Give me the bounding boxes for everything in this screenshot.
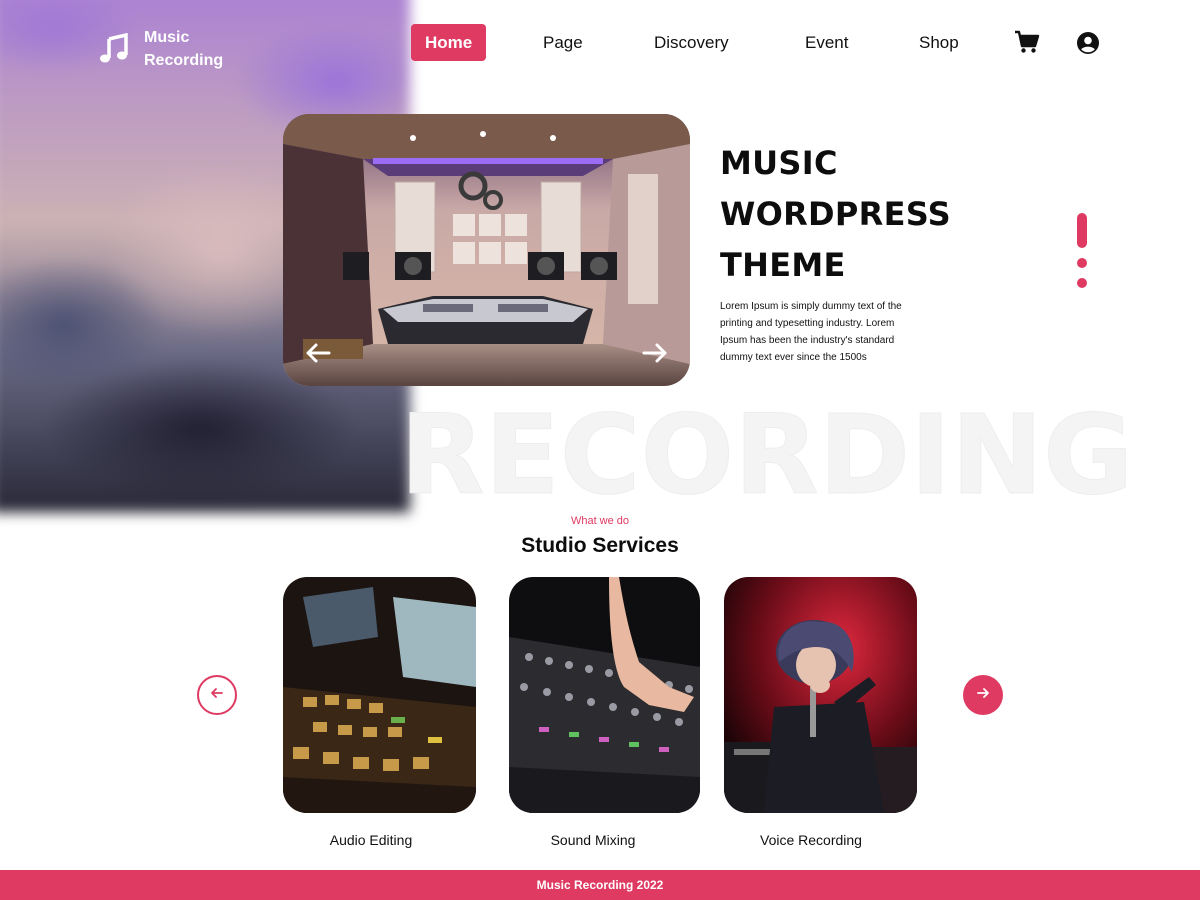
- hero-prev-arrow-icon[interactable]: [303, 338, 333, 368]
- hero-title: MUSIC WORDPRESS THEME: [720, 138, 951, 291]
- hero-studio-image: [283, 114, 690, 386]
- arrow-left-icon: [209, 685, 225, 706]
- footer-copyright: Music Recording 2022: [0, 870, 1200, 900]
- nav-home[interactable]: Home: [411, 24, 487, 61]
- service-label-sound-mixing[interactable]: Sound Mixing: [493, 832, 693, 848]
- services-next-button[interactable]: [963, 675, 1003, 715]
- nav-page[interactable]: Page: [543, 24, 583, 61]
- site-logo[interactable]: Music Recording: [98, 26, 223, 72]
- section-title: Studio Services: [521, 534, 679, 557]
- logo-line-2: Recording: [144, 52, 224, 69]
- music-note-icon: [98, 33, 130, 65]
- user-account-icon[interactable]: [1076, 31, 1100, 60]
- nav-event[interactable]: Event: [805, 24, 848, 61]
- hero-description: Lorem Ipsum is simply dummy text of the …: [720, 301, 902, 363]
- nav-shop[interactable]: Shop: [919, 24, 959, 61]
- hero-next-arrow-icon[interactable]: [640, 338, 670, 368]
- service-label-audio-editing[interactable]: Audio Editing: [271, 832, 471, 848]
- nav-discovery[interactable]: Discovery: [654, 24, 729, 61]
- slide-indicator[interactable]: [1077, 278, 1087, 288]
- slide-indicator[interactable]: [1077, 258, 1087, 268]
- hero-title-line-3: THEME: [720, 246, 846, 284]
- slide-indicator-active[interactable]: [1077, 213, 1087, 248]
- hero-title-line-1: MUSIC: [720, 144, 838, 182]
- hero-title-line-2: WORDPRESS: [720, 195, 952, 233]
- recording-watermark: RECORDING: [399, 391, 1134, 519]
- cart-icon[interactable]: [1014, 30, 1040, 59]
- logo-line-1: Music: [144, 29, 190, 46]
- arrow-right-icon: [975, 685, 991, 706]
- services-prev-button[interactable]: [197, 675, 237, 715]
- section-eyebrow: What we do: [570, 515, 630, 527]
- service-card-sound-mixing[interactable]: [509, 577, 700, 813]
- logo-text: Music Recording: [144, 26, 223, 72]
- service-card-audio-editing[interactable]: [283, 577, 476, 813]
- service-label-voice-recording[interactable]: Voice Recording: [711, 832, 911, 848]
- service-card-voice-recording[interactable]: [724, 577, 917, 813]
